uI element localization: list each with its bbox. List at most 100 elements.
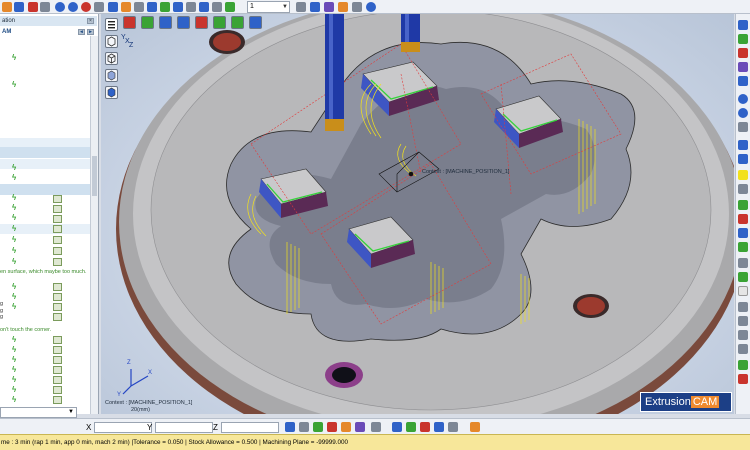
toolpath-icon[interactable]: ϟ: [12, 194, 19, 202]
toolpath-icon[interactable]: ϟ: [12, 236, 19, 244]
toolpath-icon[interactable]: ϟ: [12, 356, 19, 364]
stock-icon[interactable]: [53, 303, 62, 311]
pan-icon[interactable]: [199, 2, 209, 12]
eraser-icon[interactable]: [738, 258, 748, 268]
axis-icon[interactable]: [738, 214, 748, 224]
panel-filter-select[interactable]: ▼: [0, 407, 77, 418]
view-front-button[interactable]: [123, 16, 136, 29]
cut-icon[interactable]: [134, 2, 144, 12]
rotate-icon[interactable]: [186, 2, 196, 12]
open-icon[interactable]: [2, 2, 12, 12]
pointer-icon[interactable]: [285, 422, 295, 432]
bulb-icon[interactable]: [738, 170, 748, 180]
cube-icon[interactable]: [160, 2, 170, 12]
y-coordinate-input[interactable]: [155, 422, 213, 433]
view-right-button[interactable]: [159, 16, 172, 29]
view-left-button[interactable]: [177, 16, 190, 29]
panel-expand-button[interactable]: ▸: [87, 29, 94, 35]
cube-icon[interactable]: [738, 48, 748, 58]
toolpath-icon[interactable]: ϟ: [12, 303, 19, 311]
ruler-icon[interactable]: [738, 154, 748, 164]
measure-icon[interactable]: [738, 302, 748, 312]
toolpath-icon[interactable]: ϟ: [12, 376, 19, 384]
zoom-icon[interactable]: [173, 2, 183, 12]
box-icon[interactable]: [338, 2, 348, 12]
arrow-icon[interactable]: [352, 2, 362, 12]
toolpath-icon[interactable]: ϟ: [12, 366, 19, 374]
stock-icon[interactable]: [53, 195, 62, 203]
snap-icon[interactable]: [313, 422, 323, 432]
toolpath-icon[interactable]: ϟ: [12, 214, 19, 222]
stock-icon[interactable]: [53, 293, 62, 301]
view-tool-rotate[interactable]: [105, 35, 118, 48]
toolpath-icon[interactable]: ϟ: [12, 293, 19, 301]
tool-icon[interactable]: [28, 2, 38, 12]
stock-icon[interactable]: [53, 396, 62, 404]
snap-icon[interactable]: [299, 422, 309, 432]
cube-icon[interactable]: [738, 76, 748, 86]
view-top-button[interactable]: [141, 16, 154, 29]
wrench-icon[interactable]: [738, 122, 748, 132]
toolpath-icon[interactable]: ϟ: [12, 81, 19, 89]
3d-viewport[interactable]: Y X Z Context : [MACHINE_POSITION_1] Z X…: [101, 14, 734, 414]
view-icon[interactable]: [296, 2, 306, 12]
save-icon[interactable]: [14, 2, 24, 12]
fit-icon[interactable]: [212, 2, 222, 12]
toolpath-icon[interactable]: ϟ: [12, 386, 19, 394]
ruler-icon[interactable]: [738, 140, 748, 150]
measure-icon[interactable]: [738, 316, 748, 326]
stock-icon[interactable]: [53, 258, 62, 266]
eraser-icon[interactable]: [738, 286, 748, 296]
stock-icon[interactable]: [53, 386, 62, 394]
view-icon[interactable]: [738, 20, 748, 30]
stock-icon[interactable]: [53, 336, 62, 344]
view-back-button[interactable]: [213, 16, 226, 29]
stock-icon[interactable]: [53, 215, 62, 223]
measure-icon[interactable]: [738, 344, 748, 354]
help-icon[interactable]: [366, 2, 376, 12]
view-tool-iso[interactable]: [105, 52, 118, 65]
toolpath-icon[interactable]: ϟ: [12, 225, 19, 233]
rotate-icon[interactable]: [738, 94, 748, 104]
view-tool-solid[interactable]: [105, 69, 118, 82]
snap-icon[interactable]: [355, 422, 365, 432]
panel-close-button[interactable]: ×: [87, 18, 94, 24]
toolpath-icon[interactable]: ϟ: [12, 247, 19, 255]
stock-icon[interactable]: [53, 313, 62, 321]
view-tool-select[interactable]: [105, 18, 118, 31]
layer-icon[interactable]: [738, 272, 748, 282]
axis-icon[interactable]: [738, 200, 748, 210]
wire-icon[interactable]: [225, 2, 235, 12]
stock-icon[interactable]: [53, 356, 62, 364]
stock-icon[interactable]: [53, 376, 62, 384]
axis-icon[interactable]: [738, 228, 748, 238]
toolpath-icon[interactable]: ϟ: [12, 54, 19, 62]
view-bottom-button[interactable]: [195, 16, 208, 29]
shade-icon[interactable]: [324, 2, 334, 12]
stock-icon[interactable]: [53, 225, 62, 233]
view-home-button[interactable]: [249, 16, 262, 29]
snap-icon[interactable]: [327, 422, 337, 432]
panel-pin-button[interactable]: ◂: [78, 29, 85, 35]
snap-icon[interactable]: [470, 422, 480, 432]
select-icon[interactable]: [310, 2, 320, 12]
toolpath-icon[interactable]: ϟ: [12, 336, 19, 344]
stock-icon[interactable]: [53, 366, 62, 374]
cube-icon[interactable]: [147, 2, 157, 12]
cube-icon[interactable]: [738, 62, 748, 72]
toolpath-icon[interactable]: ϟ: [12, 258, 19, 266]
snap-icon[interactable]: [434, 422, 444, 432]
scrollbar-thumb[interactable]: [92, 156, 97, 196]
panel-scrollbar[interactable]: [90, 36, 98, 414]
stock-icon[interactable]: [53, 205, 62, 213]
view-iso-button[interactable]: [231, 16, 244, 29]
panel-group-header[interactable]: AM ◂ ▸: [0, 27, 97, 37]
target-icon[interactable]: [81, 2, 91, 12]
snap-icon[interactable]: [341, 422, 351, 432]
list-item[interactable]: [0, 147, 90, 158]
stock-icon[interactable]: [53, 283, 62, 291]
layers-icon[interactable]: [121, 2, 131, 12]
measure-icon[interactable]: [738, 330, 748, 340]
stock-icon[interactable]: [53, 236, 62, 244]
snap-icon[interactable]: [448, 422, 458, 432]
